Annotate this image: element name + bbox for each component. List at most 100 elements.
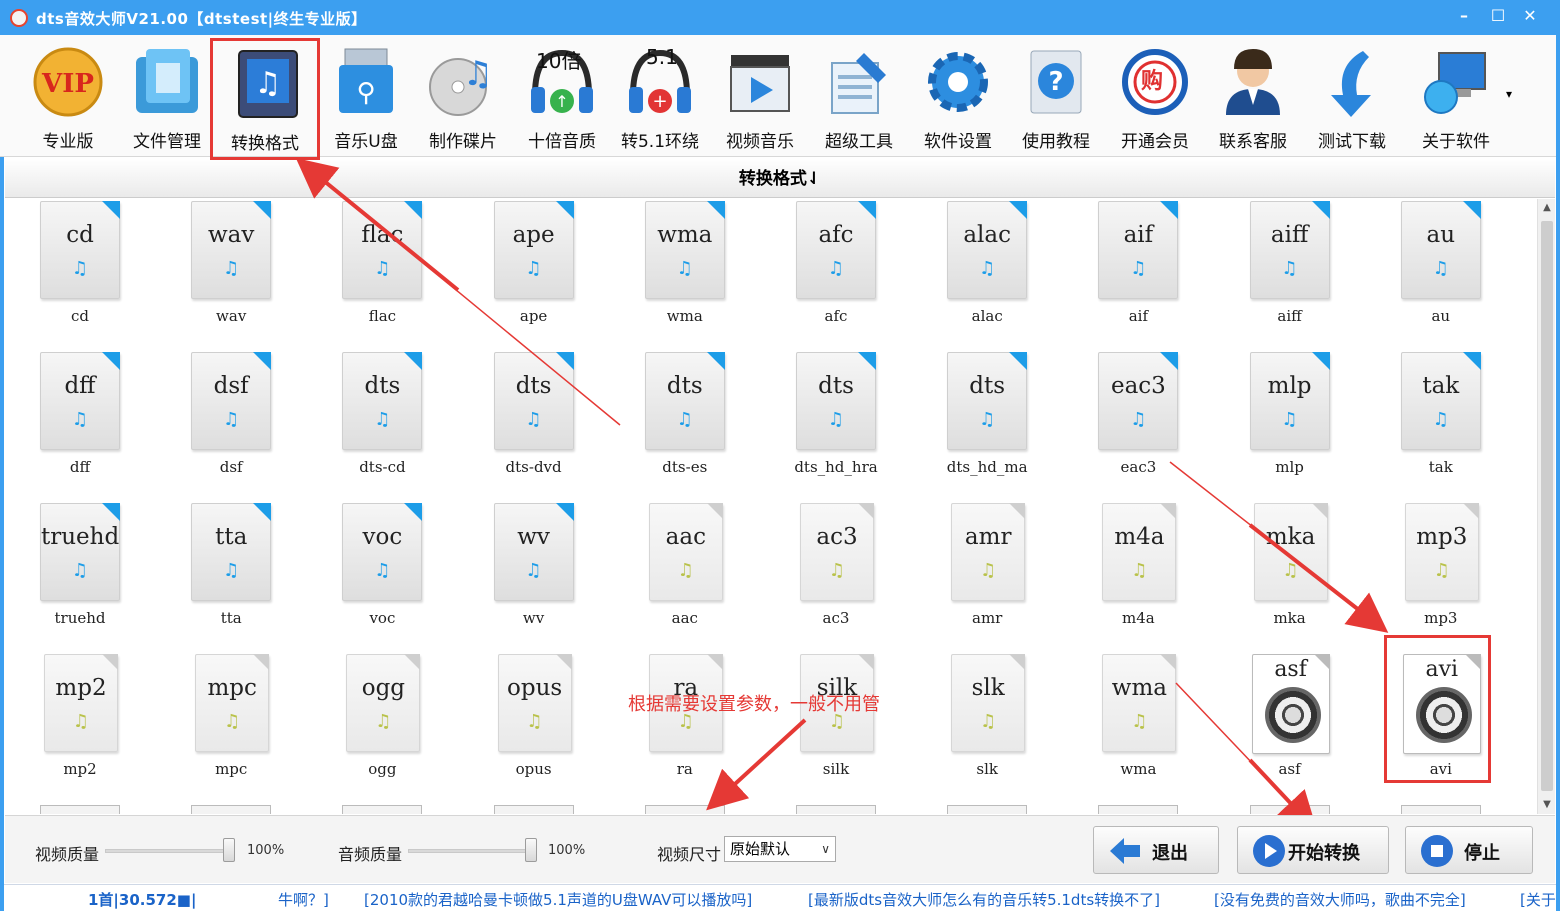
start-conversion-button[interactable]: 开始转换 bbox=[1237, 826, 1389, 874]
format-item-flac[interactable]: flac ♫ flac bbox=[332, 201, 432, 341]
audio-file-icon: aif ♫ bbox=[1098, 201, 1179, 299]
file-corner bbox=[1311, 201, 1330, 219]
format-item-ape[interactable]: ape ♫ ape bbox=[484, 201, 584, 341]
toolbar-item-tutorial[interactable]: ? 使用教程 bbox=[1008, 39, 1104, 155]
file-corner bbox=[253, 352, 272, 370]
format-item-wav[interactable]: wav ♫ wav bbox=[181, 201, 281, 341]
format-item-partial[interactable] bbox=[796, 805, 876, 814]
vertical-scrollbar[interactable]: ▲ ▼ bbox=[1537, 199, 1555, 814]
svg-text:♫: ♫ bbox=[255, 66, 282, 101]
music-note-icon: ♫ bbox=[374, 560, 391, 581]
format-item-opus[interactable]: opus ♫ opus bbox=[484, 654, 584, 794]
format-item-au[interactable]: au ♫ au bbox=[1391, 201, 1491, 341]
toolbar-item-convert-51[interactable]: + 5.1 转5.1环绕 bbox=[612, 39, 708, 155]
scroll-down-icon[interactable]: ▼ bbox=[1538, 796, 1556, 814]
news-link[interactable]: [2010款的君越哈曼卡顿做5.1声道的U盘WAV可以播放吗] bbox=[364, 889, 752, 910]
video-quality-slider-track[interactable] bbox=[105, 849, 231, 853]
scrollbar-thumb[interactable] bbox=[1541, 221, 1553, 791]
format-caption: eac3 bbox=[1120, 458, 1157, 476]
format-item-truehd[interactable]: truehd ♫ truehd bbox=[30, 503, 130, 643]
news-link[interactable]: [没有免费的音效大师吗，歌曲不完全] bbox=[1214, 889, 1466, 910]
audio-quality-slider-track[interactable] bbox=[408, 849, 534, 853]
format-item-partial[interactable] bbox=[40, 805, 120, 814]
format-item-partial[interactable] bbox=[1098, 805, 1179, 814]
format-item-eac3[interactable]: eac3 ♫ eac3 bbox=[1088, 352, 1188, 492]
video-size-select[interactable]: 原始默认 ∨ bbox=[724, 836, 836, 862]
toolbar-item-file-manager[interactable]: 文件管理 bbox=[119, 39, 215, 155]
format-item-cd[interactable]: cd ♫ cd bbox=[30, 201, 130, 341]
news-link[interactable]: [最新版dts音效大师怎么有的音乐转5.1dts转换不了] bbox=[808, 889, 1160, 910]
format-item-dts_hd_hra[interactable]: dts ♫ dts_hd_hra bbox=[786, 352, 886, 492]
format-item-wma[interactable]: wma ♫ wma bbox=[1088, 654, 1188, 794]
audio-file-icon: dts ♫ bbox=[947, 352, 1028, 450]
format-item-dff[interactable]: dff ♫ dff bbox=[30, 352, 130, 492]
toolbar-item-about[interactable]: 关于软件 bbox=[1408, 39, 1504, 155]
toolbar-item-video-music[interactable]: 视频音乐 bbox=[712, 39, 808, 155]
audio-file-icon: dts ♫ bbox=[493, 352, 574, 450]
toolbar-item-test-download[interactable]: 测试下载 bbox=[1304, 39, 1400, 155]
format-item-dts-cd[interactable]: dts ♫ dts-cd bbox=[332, 352, 432, 492]
format-item-ogg[interactable]: ogg ♫ ogg bbox=[332, 654, 432, 794]
format-item-mka[interactable]: mka ♫ mka bbox=[1240, 503, 1340, 643]
maximize-button[interactable]: ☐ bbox=[1484, 4, 1512, 28]
format-item-voc[interactable]: voc ♫ voc bbox=[332, 503, 432, 643]
format-item-amr[interactable]: amr ♫ amr bbox=[937, 503, 1037, 643]
toolbar-item-settings[interactable]: 软件设置 bbox=[910, 39, 1006, 155]
toolbar-item-membership[interactable]: 购 开通会员 bbox=[1107, 39, 1203, 155]
file-corner bbox=[1311, 503, 1328, 519]
format-item-ac3[interactable]: ac3 ♫ ac3 bbox=[786, 503, 886, 643]
format-item-dsf[interactable]: dsf ♫ dsf bbox=[181, 352, 281, 492]
format-item-aiff[interactable]: aiff ♫ aiff bbox=[1240, 201, 1340, 341]
format-item-partial[interactable] bbox=[1249, 805, 1330, 814]
format-item-dts-dvd[interactable]: dts ♫ dts-dvd bbox=[484, 352, 584, 492]
format-item-tak[interactable]: tak ♫ tak bbox=[1391, 352, 1491, 492]
format-caption: ac3 bbox=[822, 609, 850, 627]
toolbar-item-vip[interactable]: VIP 专业版 bbox=[20, 39, 116, 155]
format-item-partial[interactable] bbox=[493, 805, 574, 814]
format-item-m4a[interactable]: m4a ♫ m4a bbox=[1088, 503, 1188, 643]
format-item-mpc[interactable]: mpc ♫ mpc bbox=[181, 654, 281, 794]
file-corner bbox=[858, 654, 874, 670]
news-link[interactable]: 牛啊？] bbox=[278, 889, 329, 910]
scroll-up-icon[interactable]: ▲ bbox=[1538, 199, 1556, 217]
format-item-alac[interactable]: alac ♫ alac bbox=[937, 201, 1037, 341]
toolbar-item-music-usb[interactable]: ⚲ 音乐U盘 bbox=[318, 39, 414, 155]
file-corner bbox=[1160, 503, 1177, 519]
minimize-button[interactable]: – bbox=[1450, 4, 1478, 28]
format-item-wma[interactable]: wma ♫ wma bbox=[635, 201, 735, 341]
format-item-partial[interactable] bbox=[1400, 805, 1481, 814]
format-item-tta[interactable]: tta ♫ tta bbox=[181, 503, 281, 643]
close-button[interactable]: ✕ bbox=[1516, 4, 1544, 28]
format-item-partial[interactable] bbox=[191, 805, 272, 814]
news-link[interactable]: [关于 bbox=[1520, 889, 1556, 910]
format-item-partial[interactable] bbox=[644, 805, 725, 814]
format-item-afc[interactable]: afc ♫ afc bbox=[786, 201, 886, 341]
format-item-partial[interactable] bbox=[342, 805, 423, 814]
format-item-mp3[interactable]: mp3 ♫ mp3 bbox=[1391, 503, 1491, 643]
format-extension: ac3 bbox=[816, 524, 858, 550]
format-extension: asf bbox=[1274, 657, 1307, 682]
format-item-asf[interactable]: asf asf bbox=[1240, 654, 1340, 794]
format-item-aif[interactable]: aif ♫ aif bbox=[1088, 201, 1188, 341]
file-corner bbox=[253, 201, 272, 219]
toolbar-item-ten-times-quality[interactable]: ↑ 10倍 十倍音质 bbox=[514, 39, 610, 155]
format-item-wv[interactable]: wv ♫ wv bbox=[484, 503, 584, 643]
format-item-silk[interactable]: silk ♫ silk bbox=[786, 654, 886, 794]
toolbar-item-make-disc[interactable]: ♫ 制作碟片 bbox=[415, 39, 511, 155]
toolbar-item-super-tools[interactable]: 超级工具 bbox=[811, 39, 907, 155]
toolbar-item-convert-format[interactable]: ♫ 转换格式 bbox=[210, 38, 320, 160]
audio-quality-slider-thumb[interactable] bbox=[525, 838, 537, 862]
toolbar-overflow-chevron-icon[interactable]: ▾ bbox=[1506, 87, 1522, 103]
toolbar-item-contact-support[interactable]: 联系客服 bbox=[1205, 39, 1301, 155]
stop-button[interactable]: 停止 bbox=[1405, 826, 1533, 874]
video-quality-slider-thumb[interactable] bbox=[223, 838, 235, 862]
format-item-ra[interactable]: ra ♫ ra bbox=[635, 654, 735, 794]
exit-button[interactable]: 退出 bbox=[1093, 826, 1219, 874]
format-item-mlp[interactable]: mlp ♫ mlp bbox=[1240, 352, 1340, 492]
format-item-aac[interactable]: aac ♫ aac bbox=[635, 503, 735, 643]
format-item-dts-es[interactable]: dts ♫ dts-es bbox=[635, 352, 735, 492]
format-item-mp2[interactable]: mp2 ♫ mp2 bbox=[30, 654, 130, 794]
format-item-dts_hd_ma[interactable]: dts ♫ dts_hd_ma bbox=[937, 352, 1037, 492]
format-item-partial[interactable] bbox=[947, 805, 1028, 814]
format-item-slk[interactable]: slk ♫ slk bbox=[937, 654, 1037, 794]
